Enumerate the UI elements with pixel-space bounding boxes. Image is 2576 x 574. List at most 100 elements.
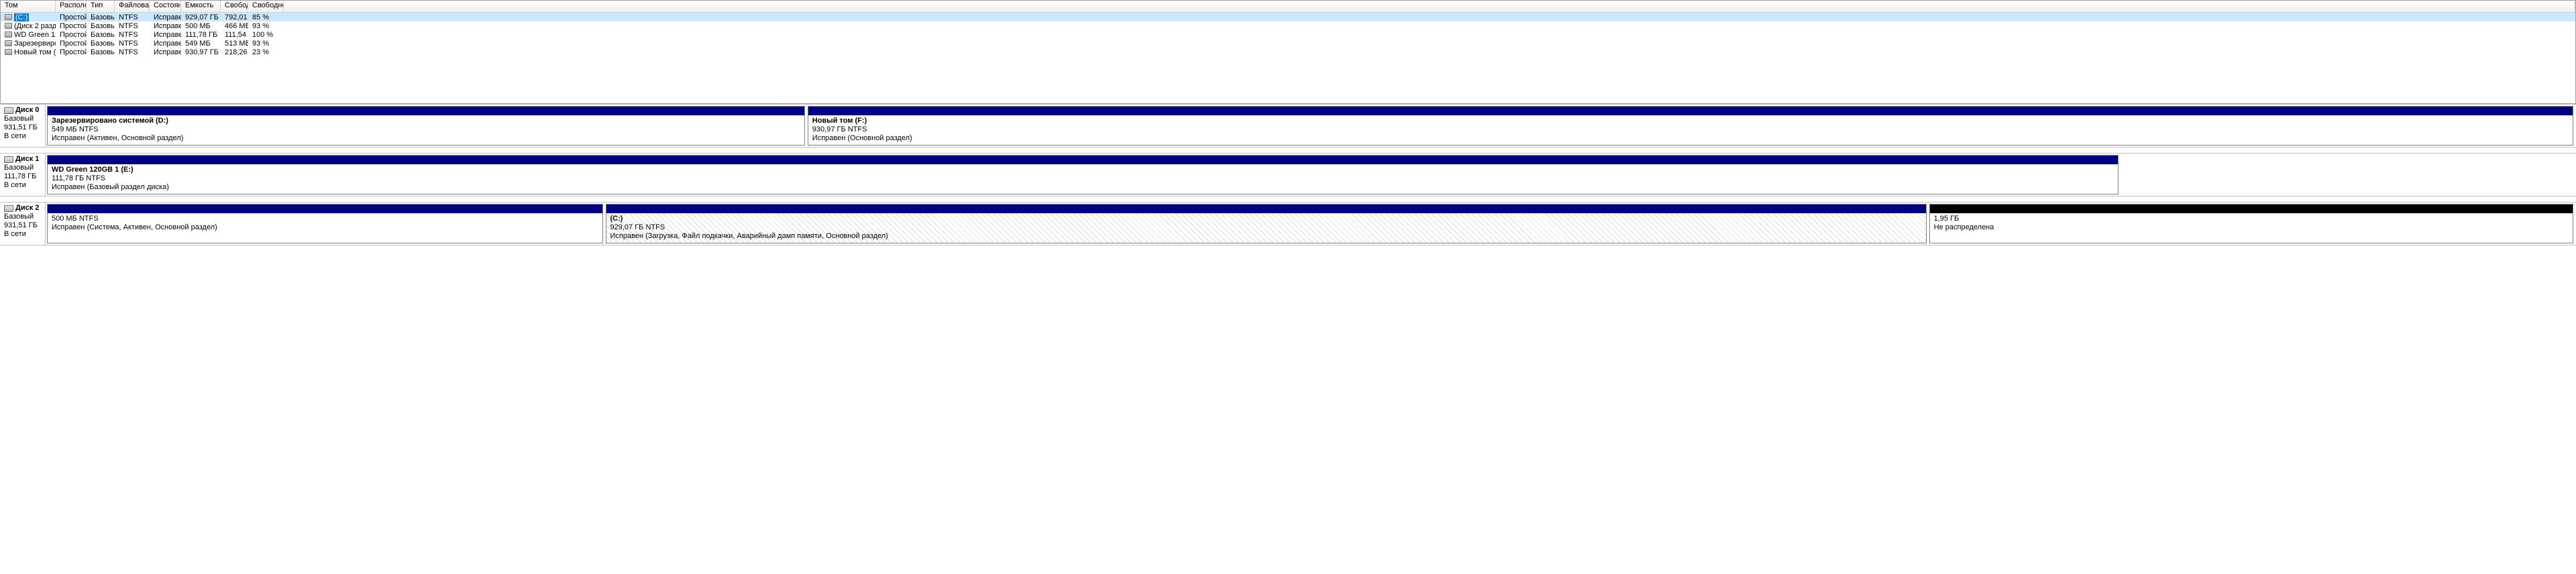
- volume-layout: Простой: [56, 40, 87, 48]
- disk-info[interactable]: Диск 1 Базовый 111,78 ГБ В сети: [0, 154, 46, 196]
- partition-state: Исправен (Активен, Основной раздел): [52, 134, 800, 143]
- disk-size: 931,51 ГБ: [4, 123, 42, 132]
- partition-title: WD Green 120GB 1 (E:): [52, 166, 2114, 174]
- partition[interactable]: 500 МБ NTFS Исправен (Система, Активен, …: [47, 204, 603, 243]
- col-header-layout[interactable]: Располож...: [56, 1, 87, 12]
- volume-fs: NTFS: [115, 13, 150, 21]
- col-header-type[interactable]: Тип: [87, 1, 115, 12]
- partition[interactable]: (C:) 929,07 ГБ NTFS Исправен (Загрузка, …: [606, 204, 1927, 243]
- col-header-fs[interactable]: Файловая с...: [115, 1, 150, 12]
- volume-name: (C:): [14, 13, 29, 21]
- volume-name-cell: WD Green 120GB ...: [1, 31, 56, 39]
- volume-name: WD Green 120GB ...: [14, 31, 56, 39]
- volume-fs: NTFS: [115, 48, 150, 56]
- volume-icon: [5, 49, 12, 55]
- volume-row[interactable]: Зарезервирован...ПростойБазовыйNTFSИспра…: [1, 39, 2575, 48]
- volume-row[interactable]: Новый том (F:)ПростойБазовыйNTFSИсправен…: [1, 48, 2575, 56]
- partition-sub: 549 МБ NTFS: [52, 125, 800, 134]
- partition-state: Исправен (Загрузка, Файл подкачки, Авари…: [610, 232, 1922, 241]
- volume-state: Исправен...: [150, 13, 181, 21]
- col-header-capacity[interactable]: Емкость: [181, 1, 221, 12]
- volume-free: 466 МБ: [221, 22, 248, 30]
- partition-color-bar: [1930, 205, 2573, 213]
- col-header-state[interactable]: Состояние: [150, 1, 181, 12]
- partition[interactable]: WD Green 120GB 1 (E:) 111,78 ГБ NTFS Исп…: [47, 155, 2118, 194]
- disk-info[interactable]: Диск 0 Базовый 931,51 ГБ В сети: [0, 105, 46, 147]
- volume-free-pct: 23 %: [248, 48, 284, 56]
- volume-state: Исправен...: [150, 22, 181, 30]
- col-header-freepct[interactable]: Свободно %: [248, 1, 284, 12]
- volume-icon: [5, 32, 12, 38]
- volume-icon: [5, 40, 12, 46]
- partition-unallocated[interactable]: 1,95 ГБ Не распределена: [1929, 204, 2573, 243]
- partition[interactable]: Новый том (F:) 930,97 ГБ NTFS Исправен (…: [808, 106, 2573, 146]
- disk-icon: [4, 107, 13, 114]
- partition-sub: 500 МБ NTFS: [52, 215, 598, 223]
- volume-icon: [5, 14, 12, 20]
- volume-state: Исправен...: [150, 40, 181, 48]
- partition-title: Новый том (F:): [812, 117, 2569, 125]
- volume-type: Базовый: [87, 31, 115, 39]
- volume-fs: NTFS: [115, 31, 150, 39]
- partition-state: Исправен (Основной раздел): [812, 134, 2569, 143]
- disk-map: Диск 0 Базовый 931,51 ГБ В сети Зарезерв…: [0, 104, 2576, 245]
- partition-color-bar: [606, 205, 1926, 213]
- col-header-free[interactable]: Свобод...: [221, 1, 248, 12]
- volume-type: Базовый: [87, 40, 115, 48]
- volume-capacity: 500 МБ: [181, 22, 221, 30]
- disk-size: 931,51 ГБ: [4, 221, 42, 230]
- volume-free-pct: 93 %: [248, 22, 284, 30]
- disk-title: Диск 1: [15, 155, 39, 164]
- volume-row[interactable]: WD Green 120GB ...ПростойБазовыйNTFSИспр…: [1, 30, 2575, 39]
- volume-free: 218,26 ГБ: [221, 48, 248, 56]
- partition-color-bar: [48, 205, 602, 213]
- disk-partitions: WD Green 120GB 1 (E:) 111,78 ГБ NTFS Исп…: [46, 154, 2576, 196]
- partition-sub: 930,97 ГБ NTFS: [812, 125, 2569, 134]
- disk-block-1[interactable]: Диск 1 Базовый 111,78 ГБ В сети WD Green…: [0, 153, 2576, 196]
- volume-name-cell: Новый том (F:): [1, 48, 56, 56]
- volume-capacity: 549 МБ: [181, 40, 221, 48]
- volume-capacity: 930,97 ГБ: [181, 48, 221, 56]
- partition-state: Не распределена: [1934, 223, 2569, 232]
- disk-icon: [4, 205, 13, 212]
- disk-partitions: 500 МБ NTFS Исправен (Система, Активен, …: [46, 203, 2576, 245]
- volume-capacity: 111,78 ГБ: [181, 31, 221, 39]
- disk-title: Диск 2: [15, 204, 39, 213]
- volume-name-cell: Зарезервирован...: [1, 40, 56, 48]
- disk-status: В сети: [4, 132, 42, 141]
- volume-type: Базовый: [87, 22, 115, 30]
- disk-partitions: Зарезервировано системой (D:) 549 МБ NTF…: [46, 105, 2576, 147]
- volume-state: Исправен...: [150, 31, 181, 39]
- partition-sub: 929,07 ГБ NTFS: [610, 223, 1922, 232]
- volume-name-cell: (Диск 2 раздел 1): [1, 22, 56, 30]
- partition-state: Исправен (Система, Активен, Основной раз…: [52, 223, 598, 232]
- partition-color-bar: [48, 156, 2118, 164]
- volume-name: Новый том (F:): [14, 48, 56, 56]
- volume-name-cell: (C:): [1, 13, 56, 21]
- col-header-volume[interactable]: Том: [1, 1, 56, 12]
- volume-list[interactable]: Том Располож... Тип Файловая с... Состоя…: [0, 0, 2576, 104]
- volume-free: 513 МБ: [221, 40, 248, 48]
- disk-block-0[interactable]: Диск 0 Базовый 931,51 ГБ В сети Зарезерв…: [0, 104, 2576, 148]
- disk-title: Диск 0: [15, 106, 39, 115]
- volume-layout: Простой: [56, 22, 87, 30]
- partition-title: Зарезервировано системой (D:): [52, 117, 800, 125]
- disk-info[interactable]: Диск 2 Базовый 931,51 ГБ В сети: [0, 203, 46, 245]
- partition-sub: 111,78 ГБ NTFS: [52, 174, 2114, 183]
- volume-name: (Диск 2 раздел 1): [14, 22, 56, 30]
- volume-type: Базовый: [87, 48, 115, 56]
- volume-layout: Простой: [56, 31, 87, 39]
- volume-row[interactable]: (Диск 2 раздел 1)ПростойБазовыйNTFSИспра…: [1, 21, 2575, 30]
- volume-list-header: Том Располож... Тип Файловая с... Состоя…: [1, 1, 2575, 13]
- disk-block-2[interactable]: Диск 2 Базовый 931,51 ГБ В сети 500 МБ N…: [0, 202, 2576, 245]
- volume-type: Базовый: [87, 13, 115, 21]
- partition-sub: 1,95 ГБ: [1934, 215, 2569, 223]
- volume-row[interactable]: (C:)ПростойБазовыйNTFSИсправен...929,07 …: [1, 13, 2575, 21]
- disk-status: В сети: [4, 181, 42, 190]
- volume-fs: NTFS: [115, 22, 150, 30]
- partition-color-bar: [808, 107, 2573, 115]
- partition[interactable]: Зарезервировано системой (D:) 549 МБ NTF…: [47, 106, 805, 146]
- volume-icon: [5, 23, 12, 29]
- volume-free-pct: 85 %: [248, 13, 284, 21]
- volume-fs: NTFS: [115, 40, 150, 48]
